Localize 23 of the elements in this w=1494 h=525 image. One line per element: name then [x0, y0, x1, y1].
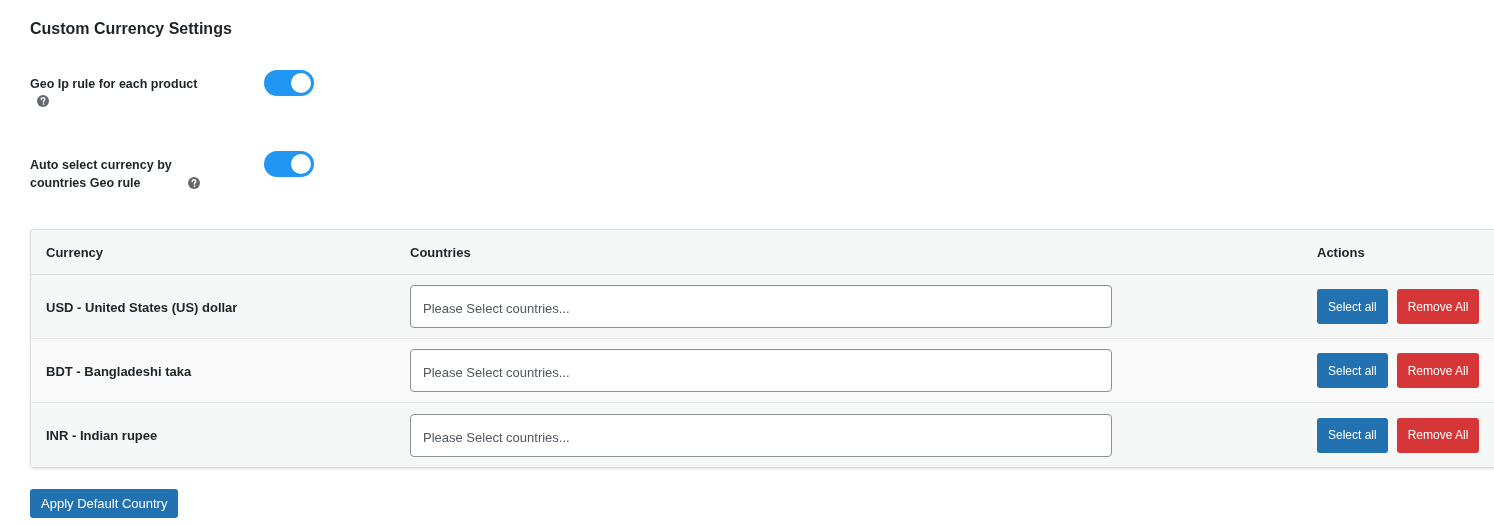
toggle-switch[interactable]: [264, 151, 314, 177]
help-icon[interactable]: [188, 177, 200, 189]
column-header: Actions: [1317, 245, 1365, 260]
setting-label: Auto select currency by countries Geo rule: [30, 157, 173, 192]
remove-all-button[interactable]: Remove All: [1396, 289, 1480, 324]
remove-all-button[interactable]: Remove All: [1396, 353, 1480, 388]
column-header: Countries: [410, 245, 471, 260]
countries-field[interactable]: Please Select countries...: [410, 413, 1112, 457]
select-all-button[interactable]: Select all: [1317, 289, 1388, 324]
setting-label: Geo Ip rule for each product: [30, 76, 199, 93]
currency-name: BDT - Bangladeshi taka: [46, 363, 192, 379]
currency-name: INR - Indian rupee: [46, 428, 158, 443]
column-header: Currency: [46, 245, 104, 260]
countries-field[interactable]: Please Select countries...: [410, 285, 1112, 328]
remove-all-button[interactable]: Remove All: [1396, 417, 1480, 453]
select-all-button[interactable]: Select all: [1317, 417, 1388, 453]
toggle-switch[interactable]: [264, 70, 314, 96]
select-all-button[interactable]: Select all: [1317, 353, 1388, 388]
section-title: Custom Currency Settings: [30, 19, 233, 39]
currency-name: USD - United States (US) dollar: [46, 299, 238, 315]
help-icon[interactable]: [37, 95, 49, 107]
apply-default-country-button[interactable]: Apply Default Country: [30, 489, 179, 518]
countries-field[interactable]: Please Select countries...: [410, 349, 1112, 392]
